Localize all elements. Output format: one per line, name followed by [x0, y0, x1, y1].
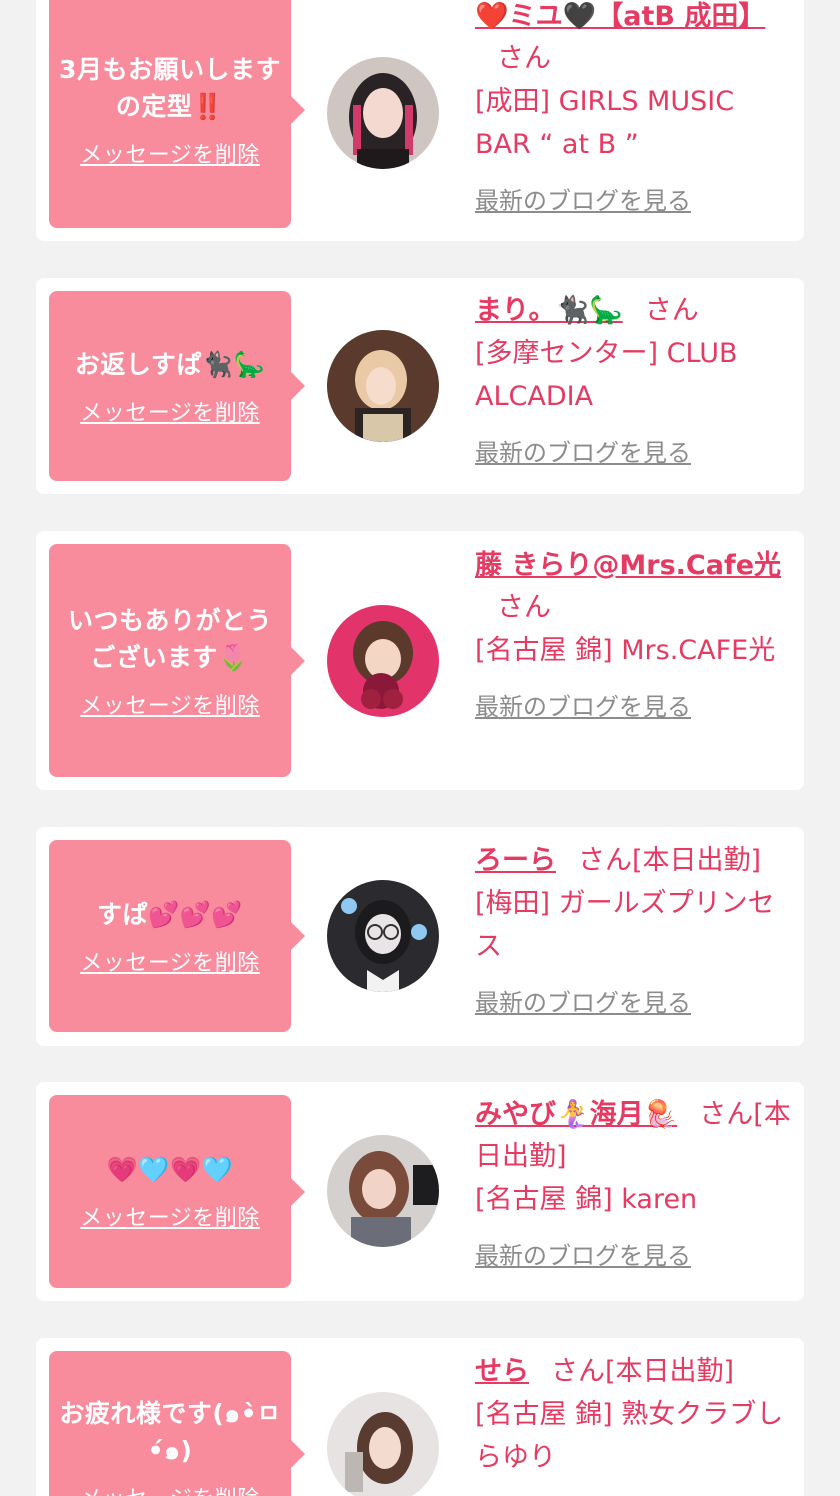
honorific: さん: [497, 592, 551, 623]
avatar-photo-icon: [327, 880, 439, 992]
latest-blog-link[interactable]: 最新のブログを見る: [475, 690, 793, 724]
avatar[interactable]: [327, 1392, 439, 1496]
message-card: すぱ💕💕💕 メッセージを削除 ろーら さん[本日出勤] [梅田] ガールズプリンセ…: [36, 827, 804, 1046]
message-bubble: 💗🩵💗🩵 メッセージを削除: [49, 1095, 305, 1288]
avatar-photo-icon: [327, 1392, 439, 1496]
delete-message-link[interactable]: メッセージを削除: [80, 137, 260, 169]
shop-name: [名古屋 錦] karen: [475, 1184, 698, 1215]
avatar[interactable]: [327, 330, 439, 442]
cast-name-link[interactable]: みやび🧜‍♀️海月🪼: [475, 1099, 677, 1130]
name-line: 藤 きらり@Mrs.Cafe光さん: [475, 545, 793, 629]
shop-name: [名古屋 錦] Mrs.CAFE光: [475, 635, 776, 666]
delete-message-link[interactable]: メッセージを削除: [80, 688, 260, 720]
shop-name: [成田] GIRLS MUSIC BAR “ at B ”: [475, 86, 735, 160]
message-bubble: お疲れ様です(๑•̀ㅁ•́๑) メッセージを削除: [49, 1351, 305, 1496]
delete-message-link[interactable]: メッセージを削除: [80, 945, 260, 977]
honorific: さん: [497, 43, 551, 74]
honorific: さん: [551, 1356, 605, 1387]
avatar-photo-icon: [327, 605, 439, 717]
avatar[interactable]: [327, 57, 439, 169]
cast-info: みやび🧜‍♀️海月🪼 さん[本日出勤] [名古屋 錦] karen 最新のブログを…: [475, 1094, 793, 1273]
shop-name: [梅田] ガールズプリンセス: [475, 888, 775, 962]
latest-blog-link[interactable]: 最新のブログを見る: [475, 184, 793, 218]
avatar[interactable]: [327, 1135, 439, 1247]
cast-info: 藤 きらり@Mrs.Cafe光さん [名古屋 錦] Mrs.CAFE光 最新のブ…: [475, 545, 793, 724]
message-card: お疲れ様です(๑•̀ㅁ•́๑) メッセージを削除 せらさん[本日出勤] [名古屋…: [36, 1338, 804, 1496]
avatar-photo-icon: [327, 57, 439, 169]
message-bubble: お返しすぱ🐈‍⬛🦕 メッセージを削除: [49, 291, 305, 481]
cast-name-link[interactable]: ❤️ミユ🖤【atB 成田】: [475, 1, 765, 32]
name-line: みやび🧜‍♀️海月🪼 さん[本日出勤]: [475, 1094, 793, 1178]
message-bubble: すぱ💕💕💕 メッセージを削除: [49, 840, 305, 1032]
honorific: さん: [699, 1099, 754, 1130]
status-badge: [本日出勤]: [605, 1356, 735, 1387]
shop-name: [名古屋 錦] 熟女クラブしらゆり: [475, 1399, 784, 1473]
name-line: ろーら さん[本日出勤]: [475, 840, 793, 882]
avatar[interactable]: [327, 605, 439, 717]
latest-blog-link[interactable]: 最新のブログを見る: [475, 1239, 793, 1273]
avatar-photo-icon: [327, 330, 439, 442]
cast-name-link[interactable]: 藤 きらり@Mrs.Cafe光: [475, 550, 781, 581]
name-line: ❤️ミユ🖤【atB 成田】さん: [475, 0, 793, 80]
name-line: せら さん[本日出勤]: [475, 1351, 793, 1393]
message-card: いつもありがとうございます🌷 メッセージを削除 藤 きらり@Mrs.Cafe光さ…: [36, 531, 804, 790]
latest-blog-link[interactable]: 最新のブログを見る: [475, 436, 793, 470]
message-card: 💗🩵💗🩵 メッセージを削除 みやび🧜‍♀️海月🪼 さん[本日出勤] [名古屋 錦]…: [36, 1082, 804, 1301]
delete-message-link[interactable]: メッセージを削除: [80, 1481, 260, 1496]
status-badge: [本日出勤]: [632, 845, 762, 876]
cast-name-link[interactable]: まり。🐈‍⬛🦕: [475, 295, 623, 326]
honorific: さん: [578, 845, 632, 876]
message-text: すぱ💕💕💕: [97, 899, 243, 929]
message-list: 3月もお願いしますの定型‼️ メッセージを削除 ❤️ミユ🖤【atB 成田】さん …: [0, 0, 840, 1496]
cast-info: まり。🐈‍⬛🦕 さん [多摩センター] CLUB ALCADIA 最新のブログを見…: [475, 290, 793, 470]
honorific: さん: [644, 295, 699, 326]
message-bubble: 3月もお願いしますの定型‼️ メッセージを削除: [49, 0, 305, 228]
cast-name-link[interactable]: ろーら: [475, 845, 556, 876]
delete-message-link[interactable]: メッセージを削除: [80, 1200, 260, 1232]
message-text: 3月もお願いしますの定型‼️: [59, 55, 281, 121]
cast-info: ❤️ミユ🖤【atB 成田】さん [成田] GIRLS MUSIC BAR “ a…: [475, 0, 793, 218]
message-text: お返しすぱ🐈‍⬛🦕: [74, 349, 266, 379]
delete-message-link[interactable]: メッセージを削除: [80, 395, 260, 427]
shop-name: [多摩センター] CLUB ALCADIA: [475, 338, 738, 412]
avatar-photo-icon: [327, 1135, 439, 1247]
message-text: 💗🩵💗🩵: [106, 1155, 234, 1184]
message-text: お疲れ様です(๑•̀ㅁ•́๑): [59, 1398, 281, 1465]
message-card: お返しすぱ🐈‍⬛🦕 メッセージを削除 まり。🐈‍⬛🦕 さん [多摩センター] CL…: [36, 278, 804, 494]
cast-info: せらさん[本日出勤] [名古屋 錦] 熟女クラブしらゆり 最新のブログを見る: [475, 1351, 793, 1496]
message-card: 3月もお願いしますの定型‼️ メッセージを削除 ❤️ミユ🖤【atB 成田】さん …: [36, 0, 804, 241]
name-line: まり。🐈‍⬛🦕 さん: [475, 290, 793, 332]
message-text: いつもありがとうございます🌷: [67, 605, 272, 672]
latest-blog-link[interactable]: 最新のブログを見る: [475, 986, 793, 1020]
cast-name-link[interactable]: せら: [475, 1356, 529, 1387]
cast-info: ろーら さん[本日出勤] [梅田] ガールズプリンセス 最新のブログを見る: [475, 840, 793, 1020]
avatar[interactable]: [327, 880, 439, 992]
message-bubble: いつもありがとうございます🌷 メッセージを削除: [49, 544, 305, 777]
